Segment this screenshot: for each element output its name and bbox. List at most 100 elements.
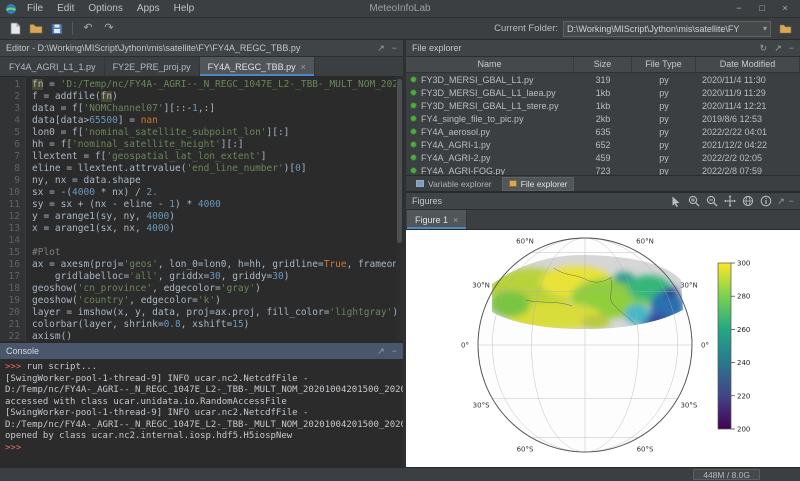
editor-panel: Editor - D:\Working\MIScript\Jython\mis\… [0, 40, 403, 343]
status-bar: 448M / 8.0G [0, 467, 800, 481]
file-table-body: FY3D_MERSI_GBAL_L1.py319py2020/11/4 11:3… [406, 73, 800, 175]
figure-tab[interactable]: Figure 1 × [407, 210, 467, 229]
float-panel-icon[interactable]: ↗ [774, 43, 782, 54]
globe-button[interactable] [741, 195, 755, 208]
minimize-panel-icon[interactable]: − [392, 346, 397, 357]
minimize-panel-icon[interactable]: − [392, 43, 397, 54]
minimize-panel-icon[interactable]: − [789, 43, 794, 54]
save-button[interactable] [48, 20, 66, 38]
line-number-gutter: 12345678910111213141516171819202122 [0, 77, 26, 341]
column-header-size[interactable]: Size [574, 57, 632, 72]
table-row[interactable]: FY3D_MERSI_GBAL_L1_stere.py1kbpy2020/11/… [406, 99, 800, 112]
figures-panel: Figures [406, 193, 800, 467]
new-script-button[interactable] [6, 20, 24, 38]
float-panel-icon[interactable]: ↗ [377, 43, 385, 54]
editor-tab[interactable]: FY2E_PRE_proj.py [105, 57, 200, 76]
file-name: FY4A_AGRI-1.py [421, 140, 491, 150]
table-row[interactable]: FY3D_MERSI_GBAL_L1_laea.py1kbpy2020/11/9… [406, 86, 800, 99]
colorbar [718, 263, 731, 429]
zoom-in-button[interactable] [687, 195, 701, 208]
file-size-cell: 652 [574, 140, 632, 150]
tab-variable-explorer[interactable]: Variable explorer [409, 177, 499, 191]
python-file-icon [410, 115, 417, 122]
close-button[interactable]: × [774, 1, 796, 17]
figure-canvas[interactable]: 60°N60°N30°N30°N0°0°30°S30°S60°S60°S3002… [406, 230, 800, 467]
colorbar-tick-label: 240 [737, 359, 750, 367]
select-arrow-button[interactable] [669, 195, 683, 208]
lat-label: 30°N [680, 282, 698, 290]
float-panel-icon[interactable]: ↗ [377, 346, 385, 357]
map-figure: 60°N60°N30°N30°N0°0°30°S30°S60°S60°S3002… [406, 230, 800, 467]
table-row[interactable]: FY4A_AGRI-1.py 652py2021/12/2 04:22 [406, 138, 800, 151]
browse-folder-button[interactable] [776, 20, 794, 38]
main-area: Editor - D:\Working\MIScript\Jython\mis\… [0, 40, 800, 467]
colorbar-tick-label: 220 [737, 392, 750, 400]
tab-label: FY4A_REGC_TBB.py [208, 62, 296, 72]
figure-tabbar: Figure 1 × [406, 210, 800, 230]
editor-tab[interactable]: FY4A_AGRI_L1_1.py [1, 57, 105, 76]
left-column: Editor - D:\Working\MIScript\Jython\mis\… [0, 40, 403, 467]
file-name-cell: FY4A_AGRI-FOG.py [406, 166, 574, 176]
tab-file-explorer[interactable]: File explorer [502, 177, 575, 191]
current-folder-combobox[interactable]: D:\Working\MIScript\Jython\mis\satellite… [563, 21, 771, 37]
maximize-button[interactable]: □ [751, 1, 773, 17]
undo-button[interactable]: ↶ [79, 20, 97, 38]
column-header-date-modified[interactable]: Date Modified [696, 57, 800, 72]
editor-scrollbar-thumb[interactable] [397, 79, 402, 243]
code-editor[interactable]: 12345678910111213141516171819202122 fn =… [0, 77, 403, 341]
figures-panel-title: Figures [412, 196, 442, 206]
table-row[interactable]: FY4_single_file_to_pic.py2kbpy2019/8/6 1… [406, 112, 800, 125]
menu-options[interactable]: Options [81, 3, 129, 14]
zoom-out-button[interactable] [705, 195, 719, 208]
file-name: FY3D_MERSI_GBAL_L1.py [421, 75, 534, 85]
file-date-cell: 2022/2/22 04:01 [696, 127, 800, 137]
file-name: FY4A_aerosol.py [421, 127, 490, 137]
minimize-button[interactable]: − [728, 1, 750, 17]
memory-indicator[interactable]: 448M / 8.0G [693, 469, 760, 480]
python-file-icon [410, 154, 417, 161]
console-panel-header: Console ↗ − [0, 343, 403, 360]
refresh-icon[interactable]: ↻ [760, 43, 768, 54]
tab-close-icon[interactable]: × [301, 62, 306, 72]
menu-bar: FileEditOptionsAppsHelp MeteoInfoLab − □… [0, 0, 800, 18]
file-size-cell: 723 [574, 166, 632, 176]
menu-apps[interactable]: Apps [130, 3, 167, 14]
file-date-cell: 2021/12/2 04:22 [696, 140, 800, 150]
menu-help[interactable]: Help [167, 3, 202, 14]
chevron-down-icon[interactable]: ▾ [761, 24, 767, 33]
open-file-button[interactable] [27, 20, 45, 38]
editor-tab[interactable]: FY4A_REGC_TBB.py × [200, 57, 315, 76]
file-name-cell: FY3D_MERSI_GBAL_L1.py [406, 75, 574, 85]
menu-edit[interactable]: Edit [50, 3, 81, 14]
file-size-cell: 2kb [574, 114, 632, 124]
toolbar-separator [72, 22, 73, 35]
minimize-panel-icon[interactable]: − [789, 196, 794, 206]
float-panel-icon[interactable]: ↗ [777, 196, 785, 207]
code-content[interactable]: fn = 'D:/Temp/nc/FY4A-_AGRI--_N_REGC_104… [26, 77, 403, 341]
menu-file[interactable]: File [20, 3, 50, 14]
table-row[interactable]: FY4A_aerosol.py635py2022/2/22 04:01 [406, 125, 800, 138]
lat-label: 30°N [472, 282, 490, 290]
pan-button[interactable] [723, 195, 737, 208]
tab-close-icon[interactable]: × [453, 215, 458, 225]
editor-scrollbar[interactable] [396, 77, 403, 341]
table-row[interactable]: FY4A_AGRI-FOG.py723py2022/2/8 07:59 [406, 164, 800, 175]
colorbar-tick-label: 260 [737, 326, 750, 334]
table-row[interactable]: FY4A_AGRI-2.py459py2022/2/2 02:05 [406, 151, 800, 164]
column-header-name[interactable]: Name [406, 57, 574, 72]
file-type-cell: py [632, 114, 696, 124]
file-date-cell: 2020/11/9 11:29 [696, 88, 800, 98]
file-type-cell: py [632, 166, 696, 176]
file-type-cell: py [632, 140, 696, 150]
python-file-icon [410, 102, 417, 109]
file-type-cell: py [632, 127, 696, 137]
console-content[interactable]: >>> run script...[SwingWorker-pool-1-thr… [0, 360, 403, 467]
tab-label: FY4A_AGRI_L1_1.py [9, 62, 96, 72]
table-row[interactable]: FY3D_MERSI_GBAL_L1.py319py2020/11/4 11:3… [406, 73, 800, 86]
redo-button[interactable]: ↷ [100, 20, 118, 38]
lat-label: 60°S [637, 445, 654, 453]
identify-info-button[interactable] [759, 195, 773, 208]
column-header-file-type[interactable]: File Type [632, 57, 696, 72]
folder-icon [509, 180, 517, 187]
file-name: FY3D_MERSI_GBAL_L1_stere.py [421, 101, 559, 111]
